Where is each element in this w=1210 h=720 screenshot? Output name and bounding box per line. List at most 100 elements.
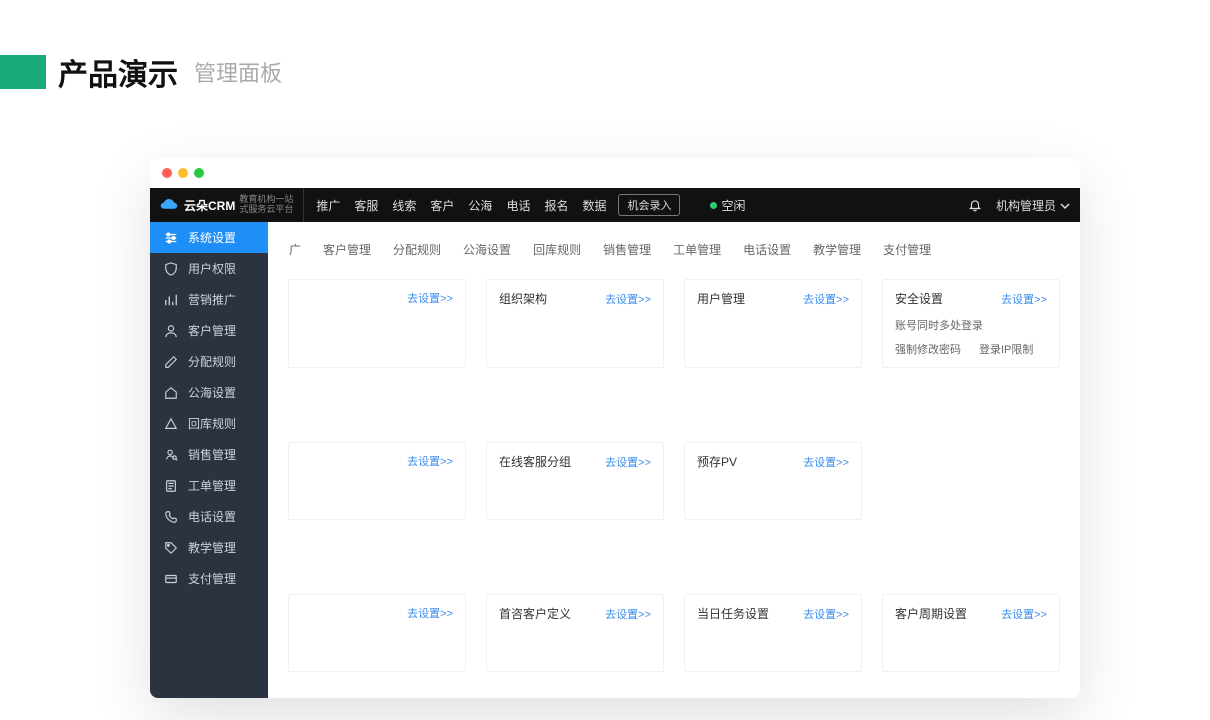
card-title: 用户管理 xyxy=(697,290,745,307)
go-settings-link[interactable]: 去设置>> xyxy=(803,606,849,622)
setting-card: 去设置>> xyxy=(288,594,466,672)
page-header: 产品演示 管理面板 xyxy=(0,0,1210,114)
card-title: 预存PV xyxy=(697,453,737,470)
zoom-window-button[interactable] xyxy=(194,168,204,178)
topnav-电话[interactable]: 电话 xyxy=(506,197,530,214)
triangle-icon xyxy=(164,417,178,431)
sidebar-item-label: 用户权限 xyxy=(188,260,236,277)
sidebar-item-教学管理[interactable]: 教学管理 xyxy=(150,532,268,563)
card-body: 账号同时多处登录强制修改密码登录IP限制 xyxy=(895,317,1047,357)
card-title: 组织架构 xyxy=(499,290,547,307)
go-settings-link[interactable]: 去设置>> xyxy=(407,605,453,621)
tab-支付管理[interactable]: 支付管理 xyxy=(872,234,942,265)
sidebar-item-营销推广[interactable]: 营销推广 xyxy=(150,284,268,315)
brand-tagline: 教育机构一站式服务云平台 xyxy=(239,195,293,215)
sidebar-item-工单管理[interactable]: 工单管理 xyxy=(150,470,268,501)
tab-广[interactable]: 广 xyxy=(288,234,312,265)
chevron-down-icon xyxy=(1060,198,1070,212)
sidebar-item-label: 教学管理 xyxy=(188,539,236,556)
card-title: 在线客服分组 xyxy=(499,453,571,470)
setting-card: 首咨客户定义去设置>> xyxy=(486,594,664,672)
tab-分配规则[interactable]: 分配规则 xyxy=(382,234,452,265)
sidebar-item-支付管理[interactable]: 支付管理 xyxy=(150,563,268,594)
page-subtitle: 管理面板 xyxy=(194,56,282,88)
setting-card: 去设置>> xyxy=(288,279,466,368)
sidebar-item-客户管理[interactable]: 客户管理 xyxy=(150,315,268,346)
tab-客户管理[interactable]: 客户管理 xyxy=(312,234,382,265)
sidebar-item-公海设置[interactable]: 公海设置 xyxy=(150,377,268,408)
doc-icon xyxy=(164,479,178,493)
sidebar-item-label: 系统设置 xyxy=(188,229,236,246)
go-settings-link[interactable]: 去设置>> xyxy=(803,291,849,307)
sidebar-item-label: 工单管理 xyxy=(188,477,236,494)
go-settings-link[interactable]: 去设置>> xyxy=(803,454,849,470)
setting-card: 预存PV 去设置>> xyxy=(684,442,862,520)
top-nav: 推广客服线索客户公海电话报名数据 xyxy=(304,197,606,214)
topnav-客服[interactable]: 客服 xyxy=(354,197,378,214)
accent-box xyxy=(0,55,46,89)
sidebar-item-label: 客户管理 xyxy=(188,322,236,339)
setting-card: 当日任务设置 去设置>> xyxy=(684,594,862,672)
opportunity-entry-button[interactable]: 机会录入 xyxy=(618,194,680,216)
brand-name: 云朵CRM xyxy=(184,197,235,214)
card-icon xyxy=(164,572,178,586)
setting-card: 去设置>> xyxy=(288,442,466,520)
app-window: 云朵CRM 教育机构一站式服务云平台 推广客服线索客户公海电话报名数据 机会录入… xyxy=(150,158,1080,698)
topnav-推广[interactable]: 推广 xyxy=(316,197,340,214)
tab-工单管理[interactable]: 工单管理 xyxy=(662,234,732,265)
go-settings-link[interactable]: 去设置>> xyxy=(1001,606,1047,622)
minimize-window-button[interactable] xyxy=(178,168,188,178)
card-body-item: 强制修改密码 xyxy=(895,341,961,357)
sidebar-item-回库规则[interactable]: 回库规则 xyxy=(150,408,268,439)
topnav-数据[interactable]: 数据 xyxy=(582,197,606,214)
card-title: 当日任务设置 xyxy=(697,605,769,622)
go-settings-link[interactable]: 去设置>> xyxy=(605,291,651,307)
setting-card: 安全设置 去设置>> 账号同时多处登录强制修改密码登录IP限制 xyxy=(882,279,1060,368)
setting-card: 用户管理 去设置>> xyxy=(684,279,862,368)
card-body-item: 账号同时多处登录 xyxy=(895,317,983,333)
go-settings-link[interactable]: 去设置>> xyxy=(407,453,453,469)
tag-icon xyxy=(164,541,178,555)
sliders-icon xyxy=(164,231,178,245)
go-settings-link[interactable]: 去设置>> xyxy=(407,290,453,306)
search-user-icon xyxy=(164,448,178,462)
user-menu[interactable]: 机构管理员 xyxy=(996,197,1070,214)
card-title: 安全设置 xyxy=(895,290,943,307)
status-text: 空闲 xyxy=(721,197,745,214)
tab-电话设置[interactable]: 电话设置 xyxy=(732,234,802,265)
close-window-button[interactable] xyxy=(162,168,172,178)
status-dot-icon xyxy=(710,202,717,209)
topnav-报名[interactable]: 报名 xyxy=(544,197,568,214)
go-settings-link[interactable]: 去设置>> xyxy=(1001,291,1047,307)
user-menu-label: 机构管理员 xyxy=(996,197,1056,214)
tab-公海设置[interactable]: 公海设置 xyxy=(452,234,522,265)
go-settings-link[interactable]: 去设置>> xyxy=(605,606,651,622)
tab-教学管理[interactable]: 教学管理 xyxy=(802,234,872,265)
tabs: 广客户管理分配规则公海设置回库规则销售管理工单管理电话设置教学管理支付管理 xyxy=(288,234,1060,265)
tab-销售管理[interactable]: 销售管理 xyxy=(592,234,662,265)
home-icon xyxy=(164,386,178,400)
sidebar-item-电话设置[interactable]: 电话设置 xyxy=(150,501,268,532)
status-indicator[interactable]: 空闲 xyxy=(710,197,745,214)
brand: 云朵CRM 教育机构一站式服务云平台 xyxy=(150,188,304,222)
sidebar-item-销售管理[interactable]: 销售管理 xyxy=(150,439,268,470)
cloud-logo-icon xyxy=(160,198,178,212)
setting-card: 组织架构 去设置>> xyxy=(486,279,664,368)
go-settings-link[interactable]: 去设置>> xyxy=(605,454,651,470)
sidebar-item-label: 支付管理 xyxy=(188,570,236,587)
sidebar-item-用户权限[interactable]: 用户权限 xyxy=(150,253,268,284)
topnav-公海[interactable]: 公海 xyxy=(468,197,492,214)
sidebar-item-label: 公海设置 xyxy=(188,384,236,401)
sidebar-item-系统设置[interactable]: 系统设置 xyxy=(150,222,268,253)
page-title: 产品演示 xyxy=(58,50,178,94)
card-title: 客户周期设置 xyxy=(895,605,967,622)
chart-icon xyxy=(164,293,178,307)
sidebar-item-分配规则[interactable]: 分配规则 xyxy=(150,346,268,377)
topnav-客户[interactable]: 客户 xyxy=(430,197,454,214)
bell-icon[interactable] xyxy=(968,198,982,212)
setting-card: 在线客服分组 去设置>> xyxy=(486,442,664,520)
sidebar: 系统设置用户权限营销推广客户管理分配规则公海设置回库规则销售管理工单管理电话设置… xyxy=(150,222,268,698)
topnav-线索[interactable]: 线索 xyxy=(392,197,416,214)
top-bar: 云朵CRM 教育机构一站式服务云平台 推广客服线索客户公海电话报名数据 机会录入… xyxy=(150,188,1080,222)
tab-回库规则[interactable]: 回库规则 xyxy=(522,234,592,265)
